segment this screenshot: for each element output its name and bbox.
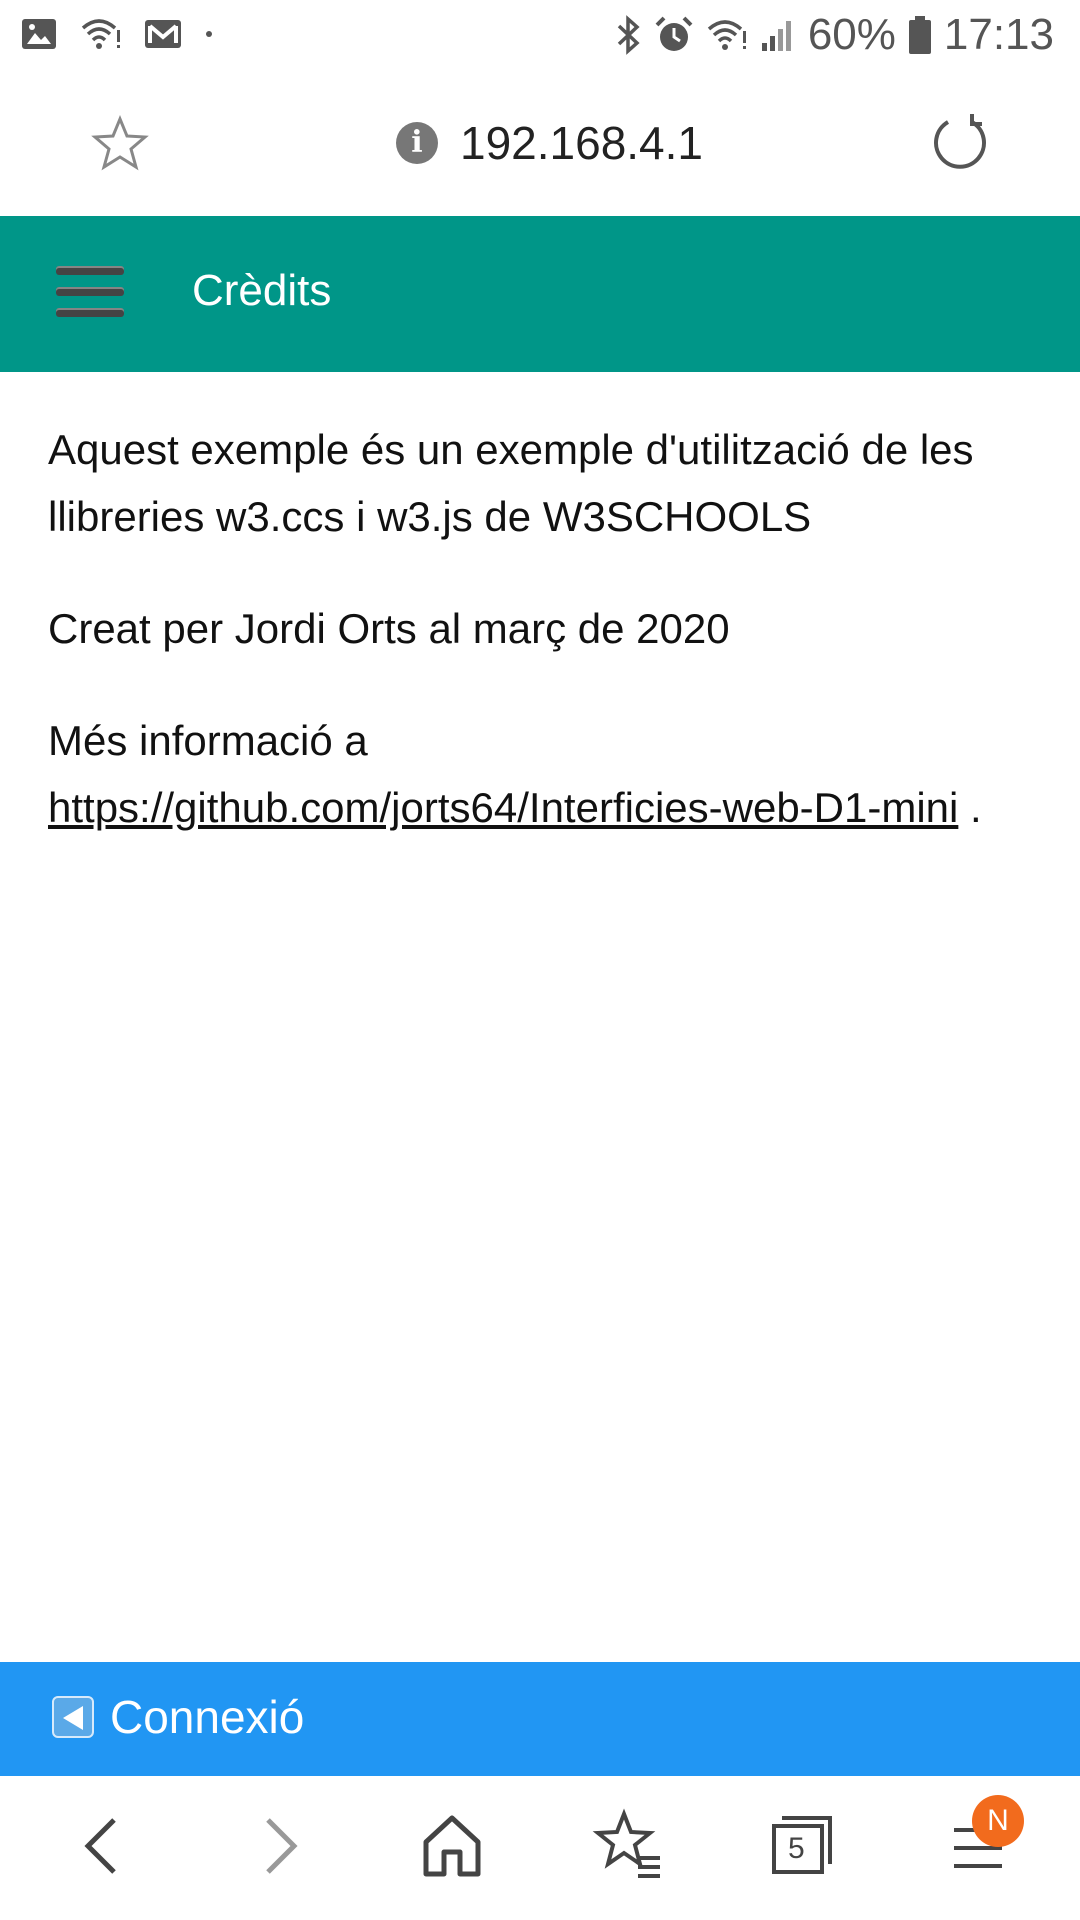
wifi-icon [707,20,746,50]
footer-bar: Connexió [0,1662,1080,1776]
credits-content: Aquest exemple és un exemple d'utilitzac… [48,416,1048,886]
connexio-button[interactable]: Connexió [52,1690,304,1744]
connexio-label: Connexió [110,1691,305,1743]
reload-icon[interactable] [928,112,992,176]
bookmark-star-icon[interactable] [90,114,150,174]
forward-icon[interactable] [238,1806,318,1886]
wifi-icon [81,19,120,49]
bookmarks-icon[interactable] [590,1806,670,1886]
notification-badge: N [972,1795,1024,1847]
github-link[interactable]: https://github.com/jorts64/Interficies-w… [48,784,958,831]
page-header: Crèdits [0,216,1080,372]
home-icon[interactable] [412,1806,492,1886]
tabs-button[interactable]: 5 [762,1806,842,1886]
hamburger-menu-icon[interactable] [56,266,124,324]
back-icon[interactable] [64,1806,144,1886]
back-arrow-icon [52,1696,94,1738]
clock: 17:13 [943,10,1054,59]
alarm-icon [655,16,693,51]
signal-icon [761,21,791,51]
tabs-count: 5 [788,1832,805,1865]
bluetooth-icon [617,15,640,55]
status-bar: 60% 17:13 [0,0,1080,76]
url-text: 192.168.4.1 [460,117,704,169]
more-info-paragraph: Més informació a https://github.com/jort… [48,707,1048,841]
info-icon[interactable]: i [396,122,438,164]
dot-icon [206,31,212,37]
address-field[interactable]: i 192.168.4.1 [396,116,703,170]
page-title: Crèdits [192,266,332,315]
browser-bottom-nav: 5 [0,1776,1080,1920]
author-paragraph: Creat per Jordi Orts al març de 2020 [48,605,730,652]
more-info-label: Més informació a [48,717,368,764]
mail-icon [145,20,181,48]
description-paragraph: Aquest exemple és un exemple d'utilitzac… [48,426,974,540]
battery-percentage: 60% [807,10,896,59]
battery-icon [908,16,931,54]
image-icon [22,19,56,49]
more-info-suffix: . [958,784,982,831]
browser-url-bar: i 192.168.4.1 [0,76,1080,216]
